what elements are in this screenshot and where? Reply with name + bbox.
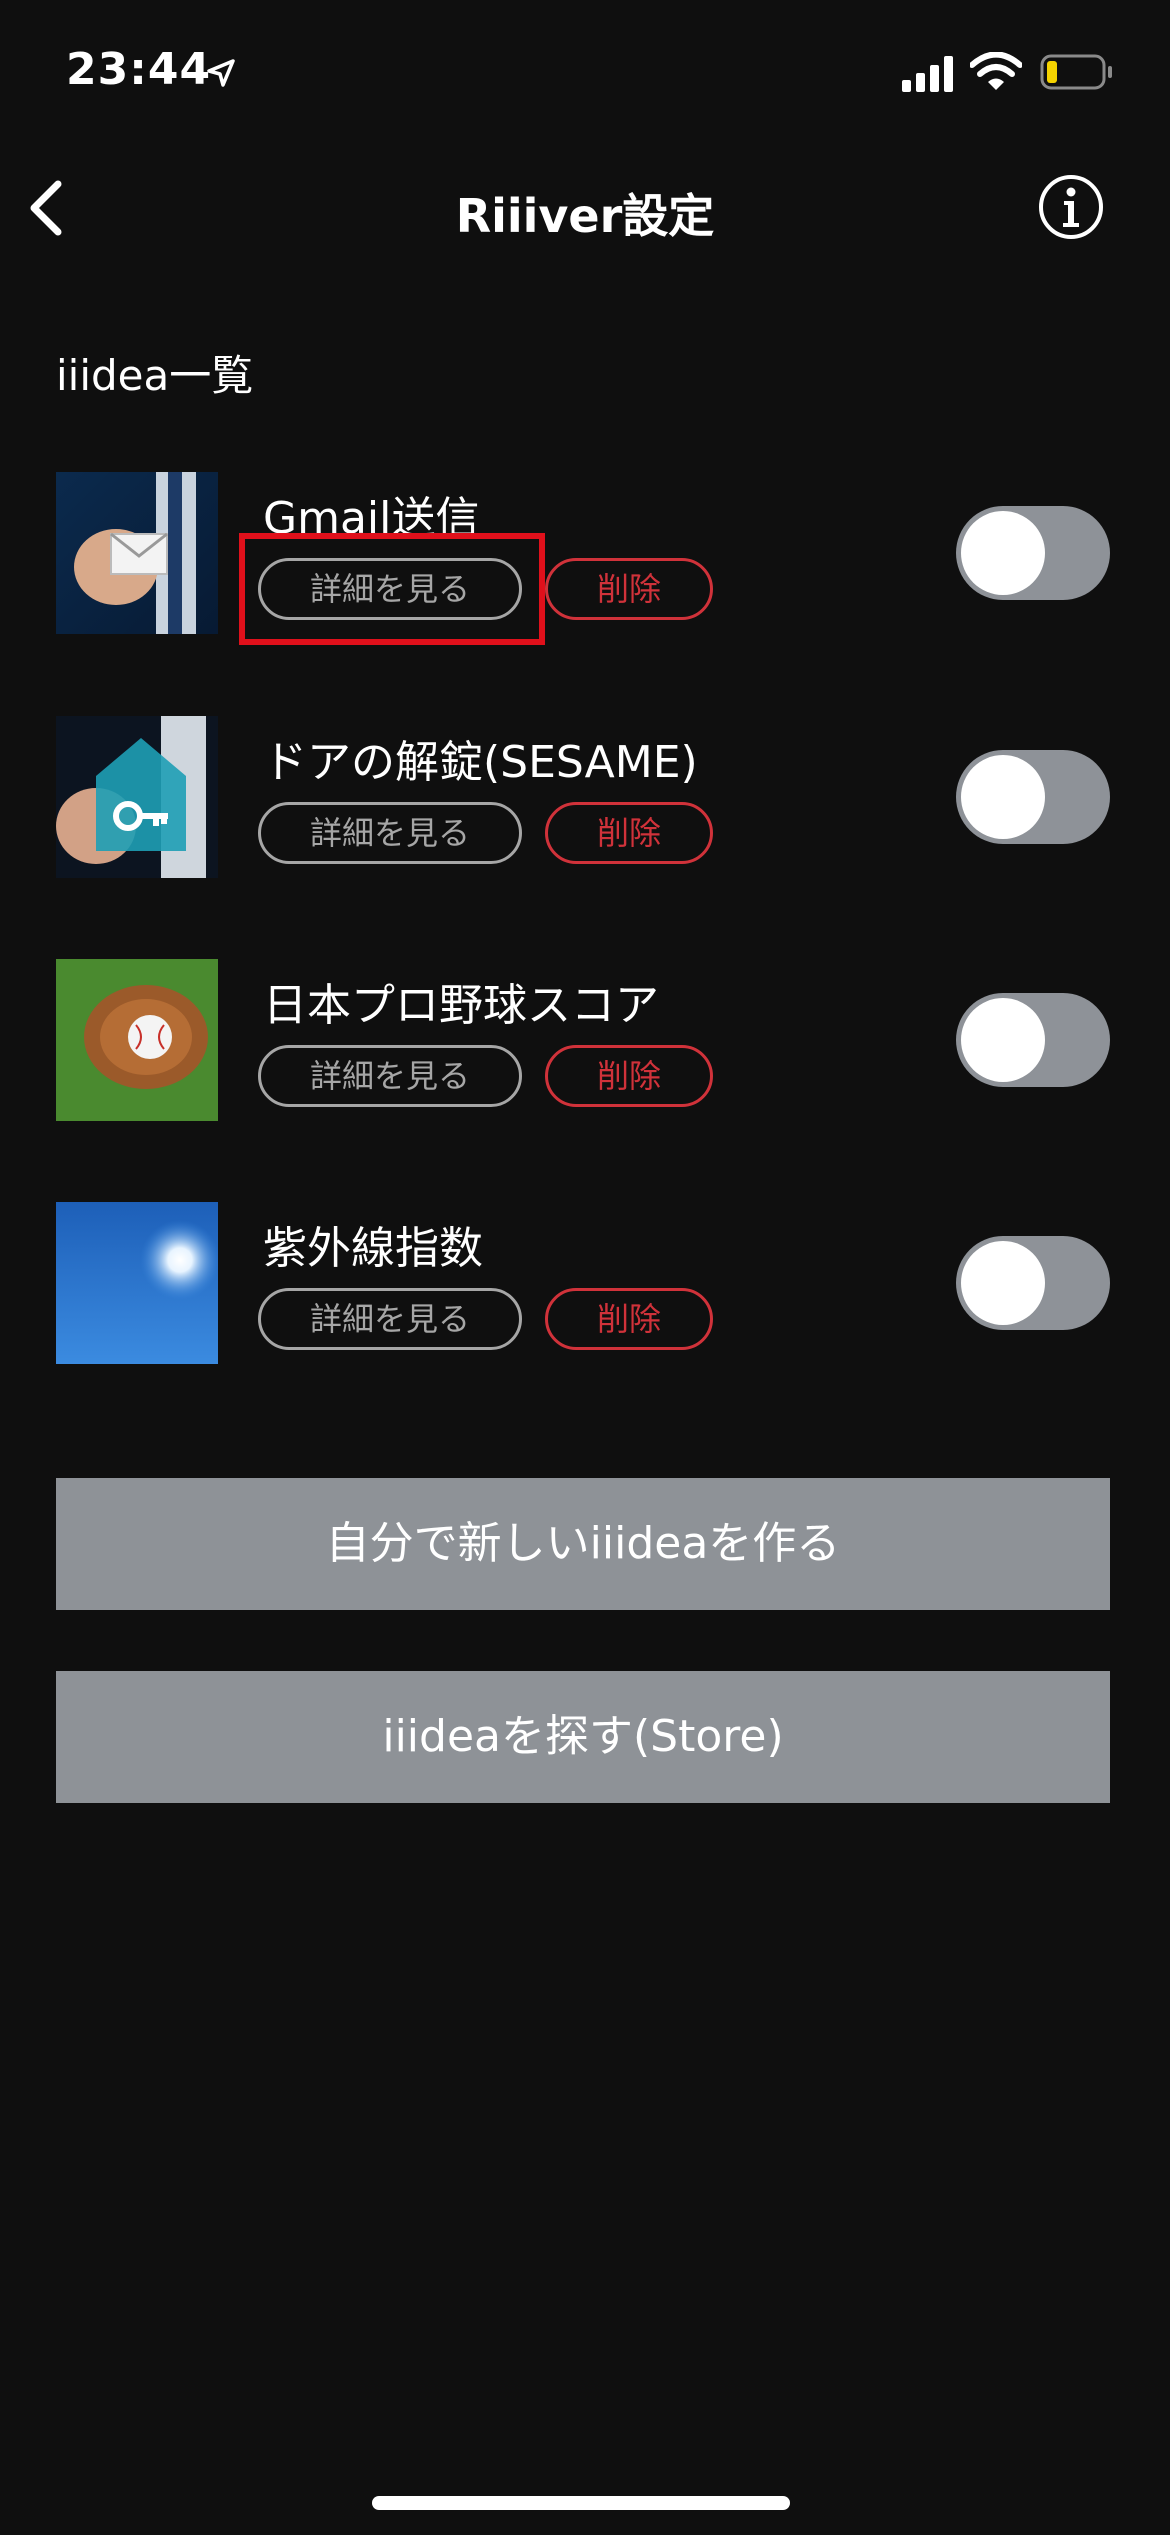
delete-button[interactable]: 削除 <box>545 1288 713 1350</box>
delete-button[interactable]: 削除 <box>545 802 713 864</box>
store-button[interactable]: iiideaを探す(Store) <box>56 1671 1110 1803</box>
iiidea-toggle[interactable] <box>956 1236 1110 1330</box>
toggle-knob <box>961 1241 1045 1325</box>
iiidea-thumbnail-sesame <box>56 716 218 878</box>
toggle-knob <box>961 755 1045 839</box>
delete-button[interactable]: 削除 <box>545 558 713 620</box>
create-iiidea-button[interactable]: 自分で新しいiiideaを作る <box>56 1478 1110 1610</box>
detail-button[interactable]: 詳細を見る <box>258 1288 522 1350</box>
info-icon[interactable] <box>1038 174 1104 240</box>
wifi-icon <box>970 52 1022 90</box>
detail-button[interactable]: 詳細を見る <box>258 1045 522 1107</box>
location-arrow-icon <box>207 59 235 87</box>
iiidea-thumbnail-baseball <box>56 959 218 1121</box>
toggle-knob <box>961 511 1045 595</box>
battery-icon <box>1040 54 1112 90</box>
highlight-box <box>239 533 545 645</box>
list-item: 紫外線指数 詳細を見る 削除 <box>0 1202 1170 1367</box>
iiidea-title: 紫外線指数 <box>263 1223 483 1274</box>
list-item: ドアの解錠(SESAME) 詳細を見る 削除 <box>0 716 1170 881</box>
list-item: Gmail送信 詳細を見る 削除 <box>0 472 1170 637</box>
iiidea-title: ドアの解錠(SESAME) <box>263 737 698 788</box>
iiidea-toggle[interactable] <box>956 506 1110 600</box>
iiidea-toggle[interactable] <box>956 750 1110 844</box>
section-title: iiidea一覧 <box>56 351 254 400</box>
navigation-bar: Riiiver設定 <box>0 160 1170 260</box>
list-item: 日本プロ野球スコア 詳細を見る 削除 <box>0 959 1170 1124</box>
iiidea-toggle[interactable] <box>956 993 1110 1087</box>
home-indicator[interactable] <box>372 2496 790 2510</box>
cellular-signal-icon <box>902 56 953 92</box>
page-title: Riiiver設定 <box>455 189 715 243</box>
iiidea-thumbnail-uv <box>56 1202 218 1364</box>
iiidea-title: 日本プロ野球スコア <box>263 980 659 1031</box>
toggle-knob <box>961 998 1045 1082</box>
delete-button[interactable]: 削除 <box>545 1045 713 1107</box>
status-time: 23:44 <box>66 44 212 95</box>
iiidea-thumbnail-gmail <box>56 472 218 634</box>
detail-button[interactable]: 詳細を見る <box>258 802 522 864</box>
status-bar: 23:44 <box>0 0 1170 140</box>
